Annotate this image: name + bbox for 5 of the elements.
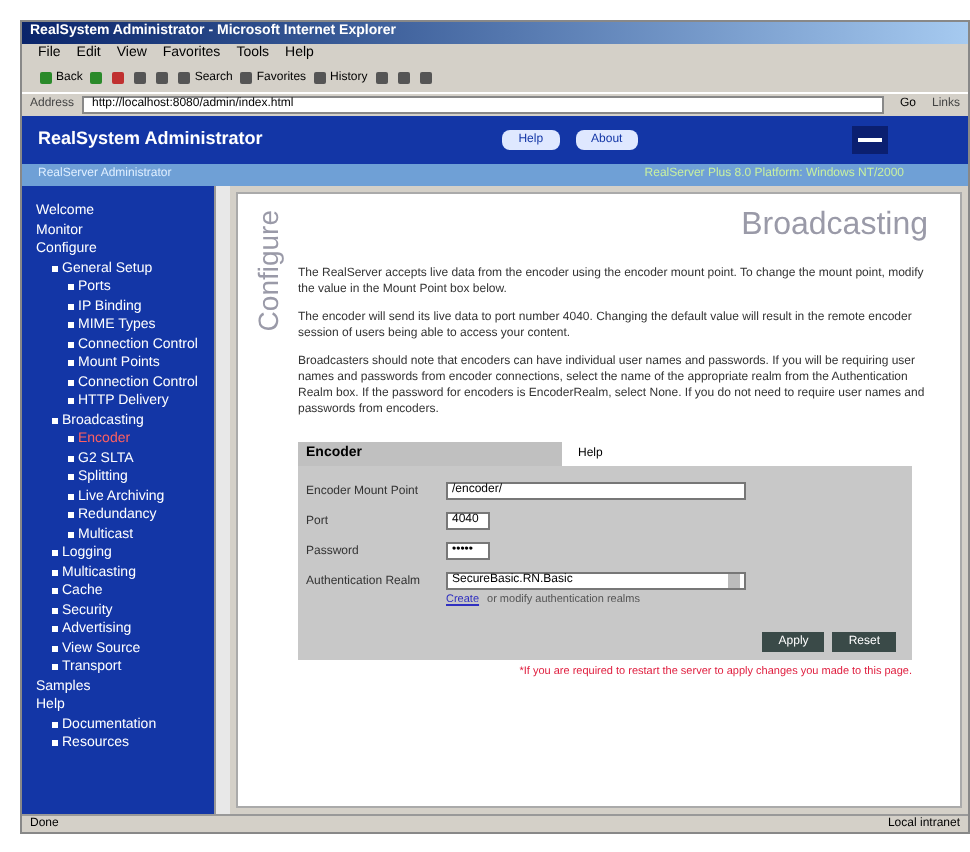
- app-title: RealSystem Administrator: [38, 126, 263, 153]
- vertical-heading: Configure: [254, 210, 282, 332]
- sidebar-scrollbar[interactable]: [214, 186, 230, 814]
- page-heading: Broadcasting: [741, 206, 928, 246]
- logo-icon: [852, 126, 888, 154]
